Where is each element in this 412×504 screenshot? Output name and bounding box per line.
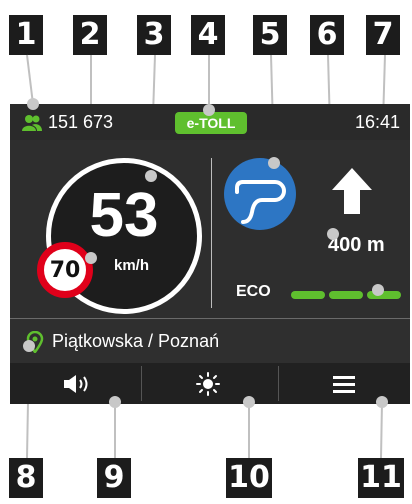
arrow-up-icon: [332, 168, 372, 214]
callout-10: 10: [226, 458, 272, 498]
bottom-toolbar: [10, 363, 410, 404]
clock: 16:41: [354, 112, 400, 132]
leader-dot-3: [145, 170, 157, 182]
leader-dot-11: [376, 396, 388, 408]
callout-9: 9: [97, 458, 131, 498]
location-bar: Piątkowska / Poznań: [10, 319, 410, 363]
current-speed: 53: [89, 181, 159, 250]
eco-level-bar: [291, 291, 325, 299]
maneuver-indicator: [224, 158, 296, 230]
leader-dot-9: [109, 396, 121, 408]
callout-5: 5: [253, 15, 287, 55]
users-icon: [22, 114, 42, 131]
leader-dot-2: [85, 252, 97, 264]
eco-label: ECO: [236, 283, 271, 300]
leader-dot-5: [268, 157, 280, 169]
speaker-icon: [64, 375, 88, 393]
main-panel: 53 km/h 70 400 m ECO: [10, 140, 410, 318]
panel-divider: [211, 158, 212, 308]
sound-button[interactable]: [10, 363, 141, 404]
current-location: Piątkowska / Poznań: [52, 331, 220, 351]
navigation-screen: 151 673 e-TOLL 16:41 53 km/h 70 400 m EC…: [10, 104, 410, 404]
leader-dot-7: [372, 284, 384, 296]
menu-button[interactable]: [279, 363, 410, 404]
user-count: 151 673: [48, 112, 114, 132]
callout-3: 3: [137, 15, 171, 55]
leader-dot-10: [243, 396, 255, 408]
leader-dot-6: [327, 228, 339, 240]
speed-limit-sign: 70: [37, 242, 93, 298]
callout-4: 4: [191, 15, 225, 55]
leader-dot-4: [203, 104, 215, 116]
callout-11: 11: [358, 458, 404, 498]
menu-icon: [333, 376, 355, 393]
callout-6: 6: [310, 15, 344, 55]
callout-2: 2: [73, 15, 107, 55]
speed-unit: km/h: [114, 257, 150, 274]
eco-level-bar: [329, 291, 363, 299]
user-counter: 151 673: [22, 112, 113, 133]
leader-dot-8: [23, 340, 35, 352]
leader-dot-1: [27, 98, 39, 110]
callout-7: 7: [366, 15, 400, 55]
callout-1: 1: [9, 15, 43, 55]
sun-icon: [196, 372, 220, 396]
road-curve-icon: [235, 180, 286, 224]
speed-limit-value: 70: [49, 257, 81, 283]
callout-8: 8: [9, 458, 43, 498]
